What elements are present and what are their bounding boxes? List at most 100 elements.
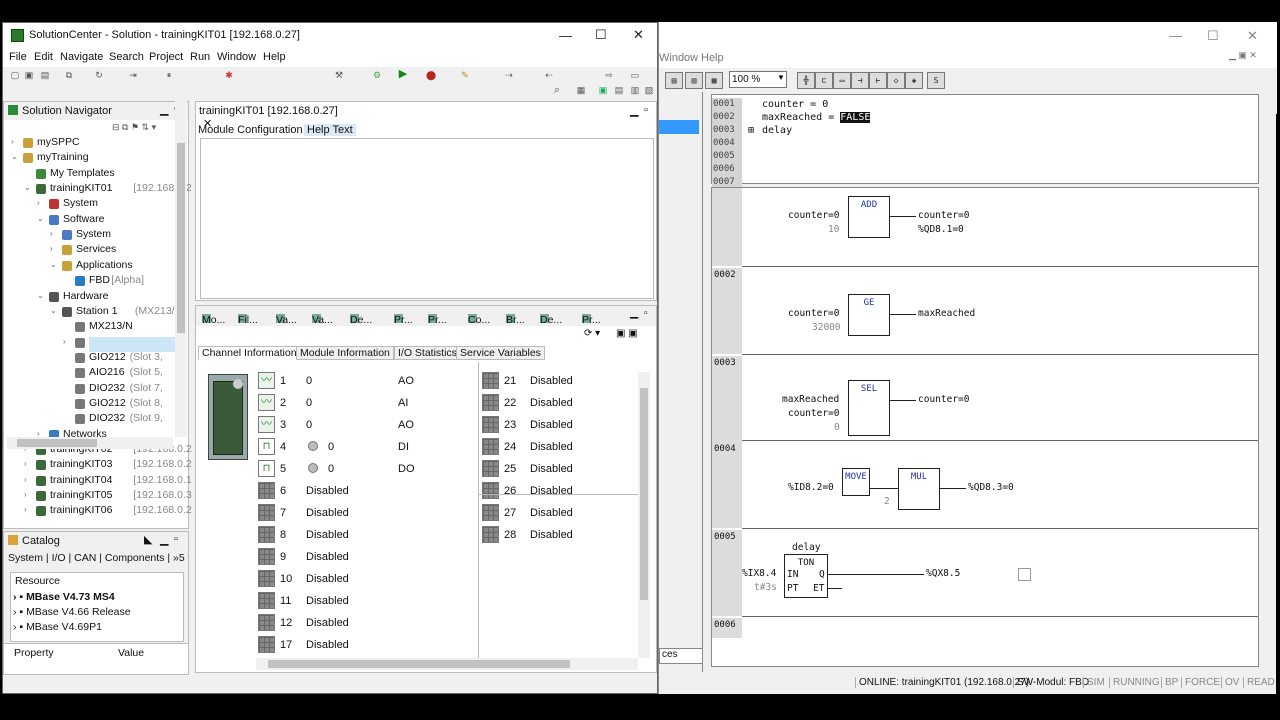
twisty-icon[interactable]: › [50,244,53,253]
build-icon[interactable]: ⚒ [333,70,345,81]
copy-icon[interactable]: ⧉ [63,70,75,81]
menu-file[interactable]: File [9,51,27,63]
tab-io[interactable]: I/O [52,552,66,564]
toolbar-print-icon[interactable]: ▤ [665,72,683,89]
tab-module-information[interactable]: Module Information [296,346,394,360]
twisty-icon[interactable]: › [24,459,27,468]
fbd-network-pane[interactable]: ADD counter=0 10 counter=0 %QD8.1=0 0002… [711,187,1259,667]
view-icon[interactable]: ▭ [629,70,641,81]
code-line[interactable]: ⊞ delay [748,124,792,137]
toolbar-printer-icon[interactable]: ▥ [685,72,703,89]
toolbar-export-icon[interactable]: ▦ [705,72,723,89]
menu-run[interactable]: Run [190,51,210,63]
maximize-view-icon[interactable]: ▫ [174,533,178,545]
channel-row[interactable]: 〰 2 0 AI [258,392,468,414]
channel-row[interactable]: 9 Disabled [258,546,468,568]
back-mdi-controls[interactable]: ▁ ▣ ✕ [1229,50,1257,61]
declaration-pane[interactable]: 0001 counter = 0 0002 maxReached = FALSE 000… [711,94,1259,189]
search-icon[interactable]: ⌕ [551,85,563,96]
next-icon[interactable]: ⇨ [603,70,615,81]
function-block-sel[interactable]: SEL [848,380,890,436]
channel-row[interactable]: 8 Disabled [258,524,468,546]
twisty-icon[interactable]: › [24,490,27,499]
channel-row[interactable]: 〰 1 0 AO [258,370,468,392]
minimize-view-icon[interactable]: ▁ [160,103,168,116]
perspective-icon[interactable]: ▣ [597,85,609,96]
minimize-view-icon[interactable]: ▁ [160,533,168,546]
menu-window[interactable]: Window [217,51,256,63]
menu-navigate[interactable]: Navigate [60,51,103,63]
menu-search[interactable]: Search [109,51,144,63]
twisty-icon[interactable]: ⌄ [50,306,57,315]
toolbar-contact-neg-icon[interactable]: ⊢ [869,72,887,89]
close-button[interactable]: ✕ [633,27,644,43]
left-panel-selection[interactable] [659,120,699,134]
channel-row[interactable]: 25 Disabled [482,458,632,480]
step-icon[interactable]: ⇥ [127,70,139,81]
channels-vscroll-thumb[interactable] [640,388,648,600]
twisty-icon[interactable]: › [37,198,40,207]
twisty-icon[interactable]: › [63,337,66,346]
maximize-view-icon[interactable]: ▫ [644,307,648,319]
toolbar-sr-icon[interactable]: S [927,72,945,89]
toolbar-contact-icon[interactable]: ⊣ [851,72,869,89]
code-line[interactable]: maxReached = FALSE [762,111,871,124]
left-panel-tab[interactable]: ces [659,648,703,664]
twisty-icon[interactable]: › [11,137,14,146]
editor-tab[interactable]: trainingKIT01 [192.168.0.27] ✕ [196,102,356,130]
pin-icon[interactable]: ✎ [459,70,471,81]
toolbar-fb-icon[interactable]: ⊏ [815,72,833,89]
maximize-button[interactable]: ☐ [595,27,607,43]
minimize-view-icon[interactable]: ▁ [630,104,638,117]
tab-components[interactable]: Components [105,552,165,564]
stop-icon[interactable]: ⬤ [425,70,437,81]
twisty-icon[interactable]: › [24,505,27,514]
layout-icon[interactable]: ▦ [575,85,587,96]
refresh-icon[interactable]: ↻ [93,70,105,81]
refresh-icon[interactable]: ⟳ ▾ [584,328,600,339]
navigator-vscroll-thumb[interactable] [177,143,185,333]
channel-row[interactable]: 23 Disabled [482,414,632,436]
channel-row[interactable]: 22 Disabled [482,392,632,414]
tab-channel-information[interactable]: Channel Information [198,346,301,360]
channel-row[interactable]: 6 Disabled [258,480,468,502]
back-close-button[interactable]: ✕ [1247,28,1258,44]
channel-row[interactable]: 7 Disabled [258,502,468,524]
tab-io-statistics[interactable]: I/O Statistics [394,346,461,360]
function-block-mul[interactable]: MUL [898,468,940,510]
minimize-view-icon[interactable]: ▁ [630,307,638,319]
navigator-hscroll-thumb[interactable] [17,439,97,447]
toolbar-coil-set-icon[interactable]: ◈ [905,72,923,89]
pin-view-icon[interactable]: ▣ ▣ [616,328,638,339]
perspective4-icon[interactable]: ▧ [643,85,655,96]
catalog-item[interactable]: › ▪ MBase V4.69P1 [13,621,102,633]
channel-row[interactable]: 27 Disabled [482,502,632,524]
toolbar-block-icon[interactable]: ╬ [797,72,815,89]
channel-row[interactable]: 24 Disabled [482,436,632,458]
twisty-icon[interactable]: ⌄ [24,183,31,192]
toolbar-box-icon[interactable]: ▭ [833,72,851,89]
save-icon[interactable]: ▣ [23,70,35,81]
function-block-move[interactable]: MOVE [842,468,870,496]
twisty-icon[interactable]: ⌄ [37,291,44,300]
tab-module-configuration[interactable]: Module Configuration [198,124,303,136]
channel-row[interactable]: 12 Disabled [258,612,468,634]
channel-row[interactable]: 26 Disabled [482,480,632,502]
channel-row[interactable]: ⊓ 5 0 DO [258,458,468,480]
menu-project[interactable]: Project [149,51,183,63]
twisty-icon[interactable]: ⌄ [37,214,44,223]
tab-overflow[interactable]: »5 [173,552,185,564]
menu-edit[interactable]: Edit [34,51,53,63]
debug-icon[interactable]: ✱ [223,70,235,81]
run-icon[interactable]: ▶ [397,69,409,80]
tab-system[interactable]: System [8,552,43,564]
back-maximize-button[interactable]: ☐ [1207,28,1219,44]
navigator-toolbar[interactable]: ⊟ ⧉ ⚑ ⇅ ▾ [112,122,156,133]
channel-row[interactable]: 〰 3 0 AO [258,414,468,436]
channel-row[interactable]: 28 Disabled [482,524,632,546]
channel-row[interactable]: 10 Disabled [258,568,468,590]
print-icon[interactable]: ▤ [39,70,51,81]
channel-row[interactable]: 11 Disabled [258,590,468,612]
toolbar-coil-icon[interactable]: ◇ [887,72,905,89]
tab-service-variables[interactable]: Service Variables [456,346,545,360]
